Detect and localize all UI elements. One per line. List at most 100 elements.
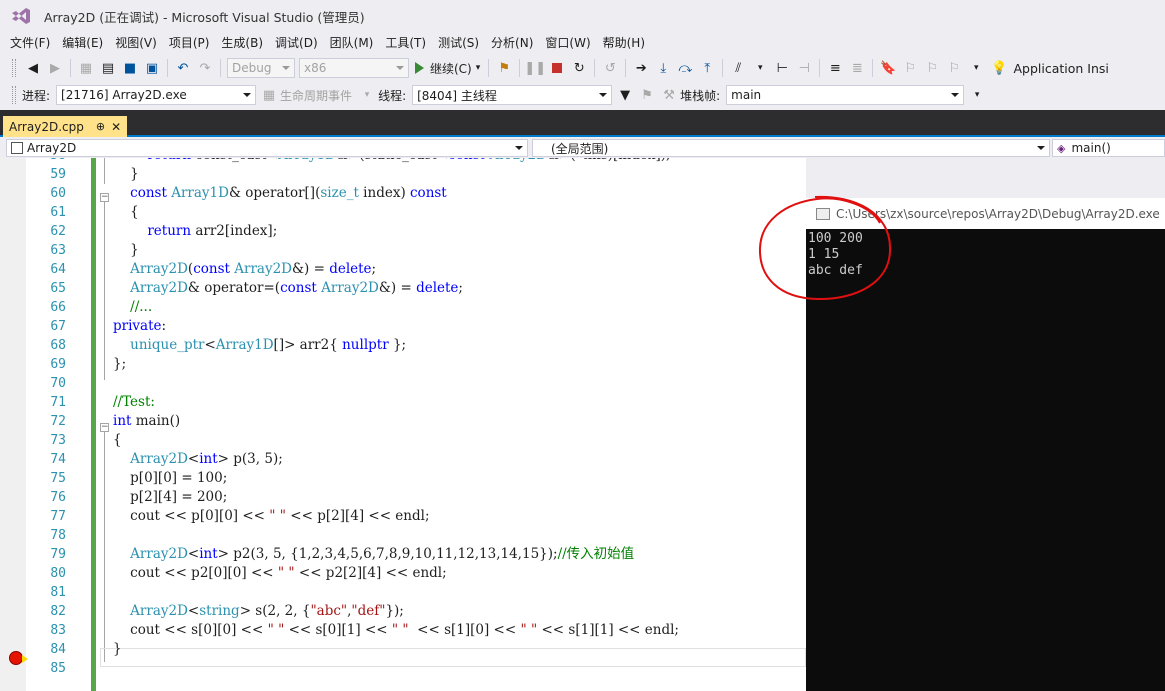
more-options-icon[interactable]: ▾ (751, 59, 769, 77)
code-line[interactable]: 66 //... (0, 298, 806, 317)
code-line[interactable]: 79 Array2D<int> p2(3, 5, {1,2,3,4,5,6,7,… (0, 545, 806, 564)
code-line[interactable]: 67 private: (0, 317, 806, 336)
menu-build[interactable]: 生成(B) (215, 34, 269, 51)
forward-icon[interactable]: ▶ (46, 59, 64, 77)
open-file-icon[interactable]: ▤ (99, 59, 117, 77)
flag-thread-icon[interactable]: ⚑ (638, 86, 656, 104)
clear-bookmarks-icon[interactable]: ⚐ (945, 59, 963, 77)
tab-array2d-cpp[interactable]: Array2D.cpp ⊕ ✕ (3, 116, 128, 137)
code-line[interactable]: 59 } (0, 165, 806, 184)
code-line[interactable]: 62 return arr2[index]; (0, 222, 806, 241)
code-line[interactable]: 76 p[2][4] = 200; (0, 488, 806, 507)
collapse-icon[interactable]: ⊢ (773, 59, 791, 77)
step-out-icon[interactable]: ⤒ (698, 59, 716, 77)
application-insights-button[interactable]: Application Insi (1013, 61, 1108, 76)
filter-icon[interactable]: ▼ (616, 86, 634, 104)
code-line[interactable]: 70 (0, 374, 806, 393)
code-line[interactable]: 71 //Test: (0, 393, 806, 412)
code-editor[interactable]: − − 58 return const_cast<Array1D&>(stati… (0, 158, 806, 691)
code-line[interactable]: 61 { (0, 203, 806, 222)
process-dropdown[interactable]: [21716] Array2D.exe (56, 85, 257, 105)
menu-edit[interactable]: 编辑(E) (56, 34, 109, 51)
attach-icon[interactable]: ⚑ (495, 59, 513, 77)
save-icon[interactable]: ■ (121, 59, 139, 77)
code-line[interactable]: 72 int main() (0, 412, 806, 431)
code-line[interactable]: 84} (0, 640, 806, 659)
menu-project[interactable]: 项目(P) (163, 34, 216, 51)
line-text: int main() (113, 413, 181, 429)
menu-analyze[interactable]: 分析(N) (485, 34, 539, 51)
line-number: 67 (50, 319, 66, 334)
menu-file[interactable]: 文件(F) (4, 34, 56, 51)
scope-dropdown[interactable]: (全局范围) (532, 139, 1050, 157)
breakpoint-icon[interactable] (9, 651, 28, 665)
code-line[interactable]: 75 p[0][0] = 100; (0, 469, 806, 488)
solution-platform-dropdown[interactable]: x86 (299, 58, 409, 78)
show-next-statement-icon[interactable]: ➔ (632, 59, 650, 77)
lifecycle-icon: ▦ (262, 87, 276, 103)
line-text: { (113, 432, 122, 448)
code-line[interactable]: 85 (0, 659, 806, 678)
more-options-icon[interactable]: ▾ (968, 86, 986, 104)
stop-debugging-button[interactable] (548, 59, 566, 77)
code-line[interactable]: 64 Array2D(const Array2D&) = delete; (0, 260, 806, 279)
back-icon[interactable]: ◀ (24, 59, 42, 77)
bookmark-icon[interactable]: 🔖 (879, 59, 897, 77)
code-line[interactable]: 83 cout << s[0][0] << " " << s[0][1] << … (0, 621, 806, 640)
code-line[interactable]: 77 cout << p[0][0] << " " << p[2][4] << … (0, 507, 806, 526)
hot-reload-icon[interactable]: ↺ (601, 59, 619, 77)
redo-icon[interactable]: ↷ (196, 59, 214, 77)
menu-help[interactable]: 帮助(H) (597, 34, 651, 51)
project-dropdown[interactable]: Array2D (6, 139, 528, 157)
new-project-icon[interactable]: ▦ (77, 59, 95, 77)
code-line[interactable]: 69}; (0, 355, 806, 374)
line-text: } (113, 641, 122, 657)
code-line[interactable]: 68 unique_ptr<Array1D[]> arr2{ nullptr }… (0, 336, 806, 355)
show-flagged-icon[interactable]: ⚒ (660, 86, 678, 104)
menu-view[interactable]: 视图(V) (109, 34, 163, 51)
code-line[interactable]: 65 Array2D& operator=(const Array2D&) = … (0, 279, 806, 298)
more-options-icon[interactable]: ▾ (967, 59, 985, 77)
break-all-icon[interactable]: ❚❚ (524, 59, 546, 77)
code-line[interactable]: 82 Array2D<string> s(2, 2, {"abc","def"}… (0, 602, 806, 621)
lightbulb-icon[interactable]: 💡 (991, 61, 1007, 76)
continue-button[interactable]: 继续(C) ▾ (415, 60, 480, 77)
code-line[interactable]: 60 const Array1D& operator[](size_t inde… (0, 184, 806, 203)
line-number: 65 (50, 281, 66, 296)
prev-bookmark-icon[interactable]: ⚐ (901, 59, 919, 77)
code-line[interactable]: 80 cout << p2[0][0] << " " << p2[2][4] <… (0, 564, 806, 583)
code-line[interactable]: 74 Array2D<int> p(3, 5); (0, 450, 806, 469)
code-line[interactable]: 81 (0, 583, 806, 602)
menu-debug[interactable]: 调试(D) (269, 34, 324, 51)
pin-icon[interactable]: ⊕ (96, 120, 105, 133)
thread-dropdown[interactable]: [8404] 主线程 (412, 85, 613, 105)
uncomment-icon[interactable]: ≣ (848, 59, 866, 77)
menu-window[interactable]: 窗口(W) (539, 34, 596, 51)
stackframe-dropdown[interactable]: main (726, 85, 965, 105)
member-dropdown[interactable]: ◈ main() (1052, 139, 1165, 157)
code-line[interactable]: 58 return const_cast<Array1D&>(static_ca… (0, 158, 806, 165)
hex-display-icon[interactable]: ⫽ (729, 59, 747, 77)
code-line[interactable]: 63 } (0, 241, 806, 260)
toolbar-separator (722, 59, 724, 77)
restart-icon[interactable]: ↻ (570, 59, 588, 77)
next-bookmark-icon[interactable]: ⚐ (923, 59, 941, 77)
undo-icon[interactable]: ↶ (174, 59, 192, 77)
save-all-icon[interactable]: ▣ (143, 59, 161, 77)
close-icon[interactable]: ✕ (111, 120, 121, 134)
step-into-icon[interactable]: ⤓ (654, 59, 672, 77)
line-number: 58 (30, 158, 66, 165)
line-text: private: (113, 318, 167, 334)
expand-icon[interactable]: ⊣ (795, 59, 813, 77)
toolbar-grip[interactable] (12, 86, 16, 104)
code-line[interactable]: 73 { (0, 431, 806, 450)
comment-out-icon[interactable]: ≡ (826, 59, 844, 77)
step-over-icon[interactable]: ⤼ (676, 59, 694, 77)
menu-test[interactable]: 测试(S) (432, 34, 485, 51)
lifecycle-events-button[interactable]: 生命周期事件 (280, 87, 352, 104)
solution-config-dropdown[interactable]: Debug (227, 58, 295, 78)
toolbar-grip[interactable] (12, 59, 16, 77)
menu-tools[interactable]: 工具(T) (379, 34, 432, 51)
code-line[interactable]: 78 (0, 526, 806, 545)
menu-team[interactable]: 团队(M) (324, 34, 380, 51)
